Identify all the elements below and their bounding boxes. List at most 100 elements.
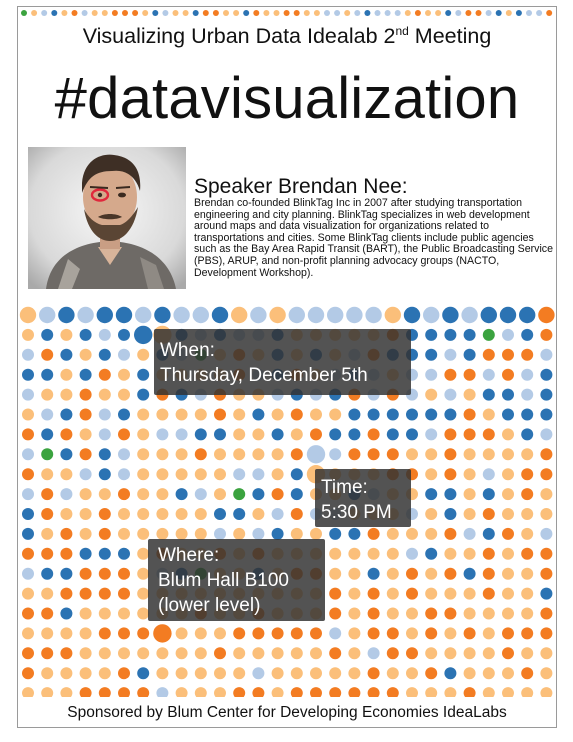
decor-dot (425, 388, 438, 401)
speaker-heading: Speaker Brendan Nee: (194, 175, 408, 198)
decor-dot (348, 527, 361, 540)
decor-dot (182, 10, 189, 16)
decor-dot (156, 647, 169, 660)
decor-dot (502, 348, 514, 361)
decor-dot (192, 306, 209, 324)
meeting-title-ordinal: nd (395, 23, 409, 38)
decor-dot (118, 508, 130, 520)
decor-dot (22, 448, 34, 461)
decor-dot (482, 547, 495, 560)
decor-dot (271, 408, 284, 421)
decor-dot (482, 448, 495, 461)
decor-dot (252, 408, 265, 421)
decor-dot (425, 508, 438, 520)
decor-dot (137, 348, 150, 361)
decor-dot (81, 10, 88, 16)
decor-dot (463, 627, 476, 640)
decor-dot (348, 448, 361, 461)
decor-dot (252, 647, 265, 660)
decor-dot (135, 306, 152, 324)
decor-dot (463, 468, 476, 481)
decor-dot (98, 388, 111, 401)
decor-dot (79, 428, 92, 441)
decor-dot (118, 547, 130, 560)
decor-dot (98, 627, 111, 640)
decor-dot (482, 527, 495, 540)
decor-dot (521, 448, 534, 461)
decor-dot (132, 10, 139, 16)
decor-dot (60, 368, 73, 381)
decor-dot (384, 306, 401, 324)
decor-dot (214, 488, 226, 501)
decor-dot (329, 587, 342, 600)
decor-dot (444, 567, 457, 580)
decor-dot (98, 567, 111, 580)
decor-dot (367, 587, 380, 600)
decor-dot (233, 488, 246, 501)
decor-dot (406, 647, 418, 660)
decor-dot (502, 468, 514, 481)
decor-dot (283, 10, 290, 16)
decor-dot (425, 527, 438, 540)
decor-dot (214, 687, 226, 697)
decor-dot (521, 428, 534, 441)
decor-dot (521, 488, 534, 501)
decor-dot (223, 10, 229, 16)
decor-dot (425, 667, 438, 680)
decor-dot (194, 667, 207, 680)
decor-dot (348, 408, 361, 421)
decor-dot (540, 667, 553, 680)
decor-dot (156, 667, 169, 680)
decor-dot (253, 10, 260, 16)
decor-dot (306, 445, 326, 464)
decor-dot (463, 428, 476, 441)
decor-dot (425, 587, 438, 600)
decor-dot (118, 567, 130, 580)
decor-dot (271, 647, 284, 660)
decor-dot (173, 306, 190, 324)
decor-dot (118, 607, 130, 620)
decor-dot (98, 448, 111, 461)
decor-dot (233, 10, 240, 16)
decor-dot (329, 667, 342, 680)
decor-dot (290, 667, 303, 680)
decor-dot (41, 328, 54, 341)
decor-dot (175, 647, 188, 660)
decor-dot (444, 328, 457, 341)
decor-dot (41, 587, 54, 600)
decor-dot (521, 527, 534, 540)
decor-dot (214, 647, 226, 660)
decor-dot (233, 508, 246, 520)
decor-dot (156, 468, 169, 481)
decor-dot (41, 607, 54, 620)
decor-dot (290, 687, 303, 697)
decor-dot (233, 408, 246, 421)
decor-dot (329, 647, 342, 660)
decor-dot (137, 647, 150, 660)
decor-dot (22, 348, 34, 361)
decor-dot (156, 448, 169, 461)
decor-dot (214, 448, 226, 461)
decor-dot (21, 10, 27, 16)
decor-dot (482, 627, 495, 640)
decor-dot (444, 468, 457, 481)
decor-dot (482, 388, 495, 401)
decor-dot (310, 428, 322, 441)
decor-dot (521, 468, 534, 481)
decor-dot (60, 488, 73, 501)
decor-dot (444, 508, 457, 520)
decor-dot (482, 328, 495, 341)
decor-dot (463, 667, 476, 680)
decor-dot (502, 687, 514, 697)
decor-dot (329, 567, 342, 580)
decor-dot (233, 667, 246, 680)
decor-dot (303, 10, 310, 16)
time-panel: Time: 5:30 PM (315, 469, 411, 527)
decor-dot (329, 627, 342, 640)
decor-dot (79, 547, 92, 560)
decor-dot (22, 468, 34, 481)
decor-dot (485, 10, 492, 16)
decor-dot (406, 627, 418, 640)
decor-dot (425, 468, 438, 481)
where-line-1: Blum Hall B100 (158, 570, 289, 591)
